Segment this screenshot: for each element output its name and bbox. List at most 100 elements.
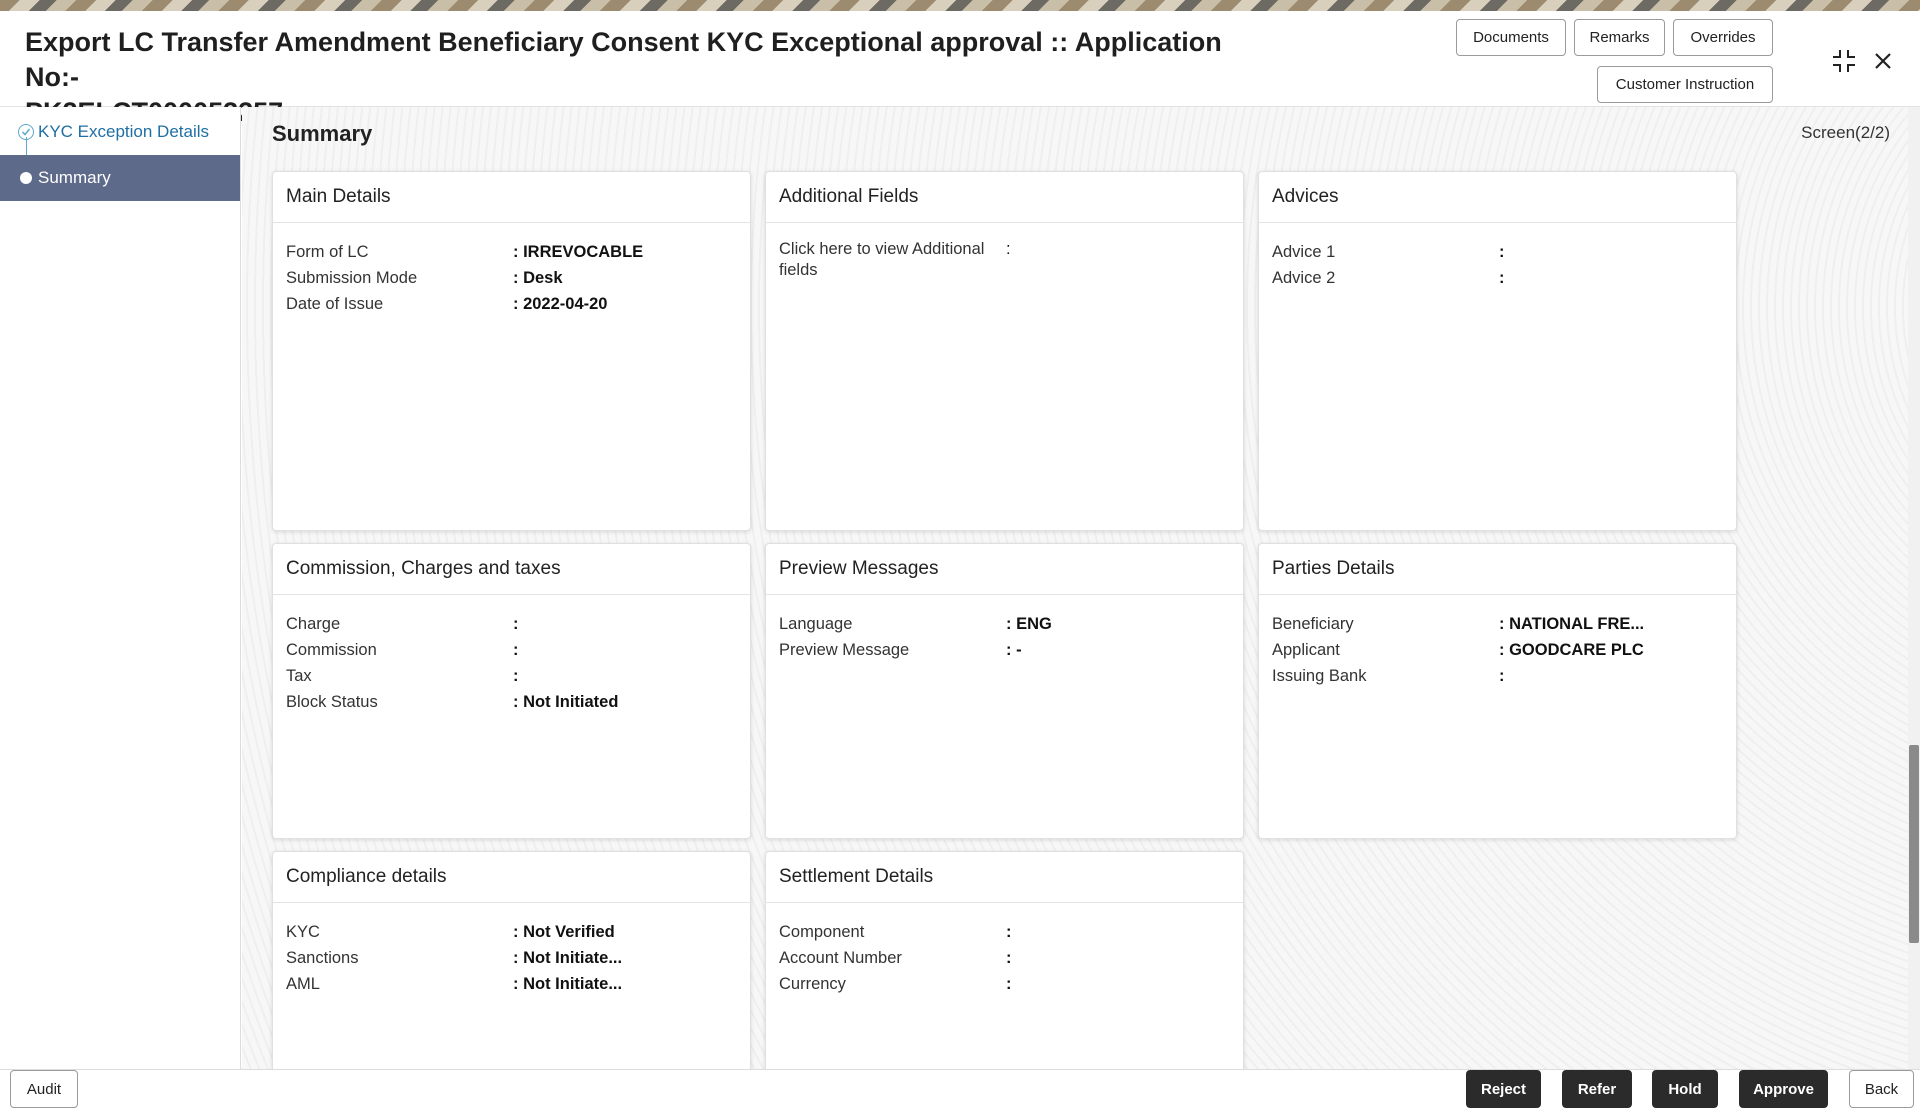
detail-row: Language: ENG <box>779 611 1243 637</box>
parties-details-card: Parties Details Beneficiary: NATIONAL FR… <box>1258 543 1737 839</box>
field-value: : <box>1006 971 1012 997</box>
overrides-button[interactable]: Overrides <box>1673 19 1773 56</box>
screen-indicator: Screen(2/2) <box>1801 123 1890 143</box>
field-label: AML <box>286 971 513 997</box>
field-value: : Desk <box>513 265 563 291</box>
field-value: : GOODCARE PLC <box>1499 637 1644 663</box>
field-label: Block Status <box>286 689 513 715</box>
field-label: Advice 2 <box>1272 265 1499 291</box>
field-value: : - <box>1006 637 1022 663</box>
sidebar-item-label: KYC Exception Details <box>38 122 209 142</box>
detail-row: Applicant: GOODCARE PLC <box>1272 637 1736 663</box>
top-banner-stripe <box>0 0 1920 11</box>
card-title: Parties Details <box>1259 544 1736 595</box>
field-value: : <box>1499 663 1505 689</box>
field-value: : Not Initiate... <box>513 945 622 971</box>
check-circle-icon <box>18 124 34 140</box>
detail-row[interactable]: Click here to view Additional fields: <box>779 239 1243 281</box>
card-title: Commission, Charges and taxes <box>273 544 750 595</box>
field-label: Language <box>779 611 1006 637</box>
back-button[interactable]: Back <box>1849 1070 1914 1108</box>
field-value: : Not Initiated <box>513 689 618 715</box>
detail-row: Charge: <box>286 611 750 637</box>
detail-row: Component: <box>779 919 1243 945</box>
field-label: Preview Message <box>779 637 1006 663</box>
field-label: Advice 1 <box>1272 239 1499 265</box>
detail-row: Account Number: <box>779 945 1243 971</box>
detail-row: Advice 1: <box>1272 239 1736 265</box>
field-value: : <box>1006 945 1012 971</box>
preview-messages-card: Preview Messages Language: ENG Preview M… <box>765 543 1244 839</box>
field-label: Form of LC <box>286 239 513 265</box>
detail-row: KYC: Not Verified <box>286 919 750 945</box>
page-header: Export LC Transfer Amendment Beneficiary… <box>0 11 1920 107</box>
detail-row: Block Status: Not Initiated <box>286 689 750 715</box>
compliance-details-card: Compliance details KYC: Not Verified San… <box>272 851 751 1081</box>
documents-button[interactable]: Documents <box>1456 19 1566 56</box>
detail-row: Issuing Bank: <box>1272 663 1736 689</box>
detail-row: Preview Message: - <box>779 637 1243 663</box>
field-label: Beneficiary <box>1272 611 1499 637</box>
sidebar-item-label: Summary <box>38 168 111 188</box>
field-label: Charge <box>286 611 513 637</box>
sidebar-item-summary[interactable]: Summary <box>0 155 240 201</box>
detail-row: Form of LC: IRREVOCABLE <box>286 239 750 265</box>
active-dot-icon <box>20 172 32 184</box>
footer-bar: Audit Reject Refer Hold Approve Back <box>0 1069 1920 1108</box>
sidebar-item-kyc-exception-details[interactable]: KYC Exception Details <box>0 109 240 155</box>
field-value: : <box>513 663 519 689</box>
field-value: : NATIONAL FRE... <box>1499 611 1644 637</box>
field-value: : <box>513 637 519 663</box>
field-label: Currency <box>779 971 1006 997</box>
field-label: Component <box>779 919 1006 945</box>
sidebar: KYC Exception Details Summary <box>0 107 241 1069</box>
additional-fields-card: Additional Fields Click here to view Add… <box>765 171 1244 531</box>
customer-instruction-button[interactable]: Customer Instruction <box>1597 66 1773 103</box>
detail-row: Sanctions: Not Initiate... <box>286 945 750 971</box>
card-title: Compliance details <box>273 852 750 903</box>
field-value: : <box>1499 265 1505 291</box>
card-title: Settlement Details <box>766 852 1243 903</box>
scrollbar-thumb[interactable] <box>1909 745 1919 943</box>
field-label: Issuing Bank <box>1272 663 1499 689</box>
commission-charges-taxes-card: Commission, Charges and taxes Charge: Co… <box>272 543 751 839</box>
main-details-card: Main Details Form of LC: IRREVOCABLE Sub… <box>272 171 751 531</box>
field-label: KYC <box>286 919 513 945</box>
approve-button[interactable]: Approve <box>1739 1070 1828 1108</box>
field-label: Tax <box>286 663 513 689</box>
field-label: Submission Mode <box>286 265 513 291</box>
field-value: : <box>1006 919 1012 945</box>
reject-button[interactable]: Reject <box>1466 1070 1541 1108</box>
main-content: Summary Screen(2/2) Main Details Form of… <box>242 107 1908 1069</box>
field-label: Sanctions <box>286 945 513 971</box>
card-title: Main Details <box>273 172 750 223</box>
additional-fields-link[interactable]: Click here to view Additional fields <box>779 239 1006 281</box>
field-label: Date of Issue <box>286 291 513 317</box>
field-value: : <box>1006 239 1011 281</box>
field-label: Account Number <box>779 945 1006 971</box>
field-value: : Not Verified <box>513 919 615 945</box>
collapse-icon[interactable] <box>1829 46 1859 76</box>
card-title: Preview Messages <box>766 544 1243 595</box>
advices-card: Advices Advice 1: Advice 2: <box>1258 171 1737 531</box>
detail-row: Submission Mode: Desk <box>286 265 750 291</box>
section-title: Summary <box>272 121 372 147</box>
field-value: : <box>513 611 519 637</box>
audit-button[interactable]: Audit <box>10 1070 78 1108</box>
close-icon[interactable] <box>1868 46 1898 76</box>
page-title-line-1: Export LC Transfer Amendment Beneficiary… <box>25 25 1225 95</box>
hold-button[interactable]: Hold <box>1652 1070 1718 1108</box>
detail-row: Advice 2: <box>1272 265 1736 291</box>
detail-row: Date of Issue: 2022-04-20 <box>286 291 750 317</box>
detail-row: AML: Not Initiate... <box>286 971 750 997</box>
refer-button[interactable]: Refer <box>1562 1070 1632 1108</box>
card-title: Advices <box>1259 172 1736 223</box>
detail-row: Commission: <box>286 637 750 663</box>
detail-row: Currency: <box>779 971 1243 997</box>
field-value: : IRREVOCABLE <box>513 239 643 265</box>
remarks-button[interactable]: Remarks <box>1574 19 1665 56</box>
field-value: : Not Initiate... <box>513 971 622 997</box>
field-value: : <box>1499 239 1505 265</box>
field-value: : 2022-04-20 <box>513 291 607 317</box>
detail-row: Tax: <box>286 663 750 689</box>
